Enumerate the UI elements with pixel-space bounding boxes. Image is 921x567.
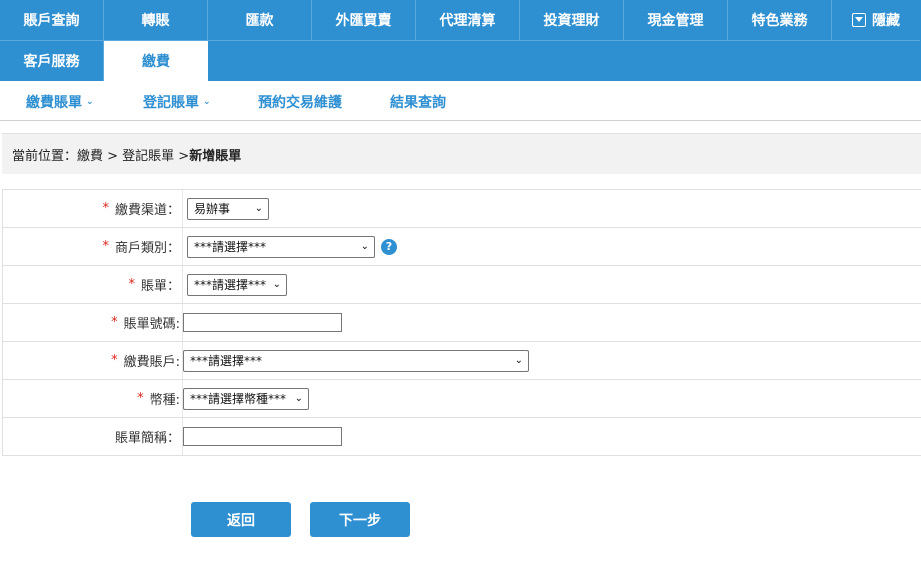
required-mark: *: [111, 353, 118, 368]
short-name-field: [183, 418, 342, 455]
chevron-down-icon: ⌄: [254, 203, 263, 214]
subnav-register-bills-label: 登記賬單: [143, 95, 199, 111]
currency-label: 幣種:: [149, 393, 180, 408]
subnav-scheduled-maintenance-label: 預約交易維護: [258, 95, 342, 111]
nav-investment[interactable]: 投資理財: [520, 0, 624, 41]
back-button[interactable]: 返回: [191, 502, 291, 537]
subnav-scheduled-maintenance[interactable]: 預約交易維護: [258, 92, 342, 112]
bill-field: ***請選擇*** ⌄: [183, 266, 287, 303]
main-nav-row-1: 賬戶查詢 轉賬 匯款 外匯買賣 代理清算 投資理財 現金管理 特色業務 隱藏: [0, 0, 921, 41]
merchant-select-value: ***請選擇***: [194, 240, 267, 254]
bill-label: 賬單：: [140, 279, 180, 294]
required-mark: *: [111, 315, 118, 330]
collapse-icon: [852, 13, 866, 27]
currency-label-cell: * 幣種:: [3, 380, 183, 417]
channel-label-cell: * 繳費渠道：: [3, 190, 183, 227]
bill-number-label: 賬單號碼:: [123, 317, 180, 332]
required-mark: *: [102, 201, 109, 216]
merchant-field: ***請選擇*** ⌄ ?: [183, 228, 397, 265]
subnav-result-inquiry[interactable]: 結果查詢: [390, 92, 446, 112]
form-row-merchant: * 商戶類別： ***請選擇*** ⌄ ?: [3, 228, 921, 266]
merchant-select[interactable]: ***請選擇*** ⌄: [187, 235, 375, 258]
currency-select-value: ***請選擇幣種***: [190, 392, 287, 406]
currency-select[interactable]: ***請選擇幣種*** ⌄: [183, 387, 309, 410]
sub-nav: 繳費賬單 ⌄ 登記賬單 ⌄ 預約交易維護 結果查詢: [0, 81, 921, 121]
form-row-short-name: 賬單簡稱：: [3, 418, 921, 456]
channel-select[interactable]: 易辦事 ⌄: [187, 197, 269, 220]
subnav-result-inquiry-label: 結果查詢: [390, 95, 446, 111]
bill-number-label-cell: * 賬單號碼:: [3, 304, 183, 341]
nav-special-services[interactable]: 特色業務: [728, 0, 832, 41]
short-name-label: 賬單簡稱：: [114, 431, 180, 446]
chevron-down-icon: ⌄: [86, 97, 94, 107]
chevron-down-icon: ⌄: [514, 355, 523, 366]
form-row-account: * 繳費賬戶: ***請選擇*** ⌄: [3, 342, 921, 380]
merchant-label-cell: * 商戶類別：: [3, 228, 183, 265]
required-mark: *: [128, 277, 135, 292]
nav-hide-toggle[interactable]: 隱藏: [832, 0, 920, 41]
main-nav-row-2: 客戶服務 繳費: [0, 41, 921, 81]
channel-field: 易辦事 ⌄: [183, 190, 269, 227]
form-row-bill-number: * 賬單號碼:: [3, 304, 921, 342]
account-label: 繳費賬戶:: [123, 355, 180, 370]
add-bill-form: * 繳費渠道： 易辦事 ⌄ * 商戶類別： ***請選擇*** ⌄ ? * 賬單…: [2, 189, 921, 456]
channel-select-value: 易辦事: [194, 202, 231, 216]
account-select[interactable]: ***請選擇*** ⌄: [183, 349, 529, 372]
channel-label: 繳費渠道：: [114, 203, 180, 218]
next-step-button[interactable]: 下一步: [310, 502, 410, 537]
breadcrumb: 當前位置：繳費 > 登記賬單 > 新增賬單: [2, 133, 921, 174]
chevron-down-icon: ⌄: [272, 279, 281, 290]
nav-hide-label: 隱藏: [872, 13, 900, 29]
nav-cash-management[interactable]: 現金管理: [624, 0, 728, 41]
subnav-payment-bills-label: 繳費賬單: [26, 95, 82, 111]
breadcrumb-path: 當前位置：繳費 > 登記賬單 >: [12, 148, 190, 164]
subnav-payment-bills[interactable]: 繳費賬單 ⌄: [26, 92, 94, 112]
merchant-label: 商戶類別：: [114, 241, 180, 256]
account-select-value: ***請選擇***: [190, 354, 263, 368]
form-row-channel: * 繳費渠道： 易辦事 ⌄: [3, 190, 921, 228]
required-mark: *: [102, 239, 109, 254]
bill-number-field: [183, 304, 342, 341]
bill-label-cell: * 賬單：: [3, 266, 183, 303]
chevron-down-icon: ⌄: [203, 97, 211, 107]
nav-remittance[interactable]: 匯款: [208, 0, 312, 41]
currency-field: ***請選擇幣種*** ⌄: [183, 380, 309, 417]
required-mark: *: [137, 391, 144, 406]
nav-agency-clearing[interactable]: 代理清算: [416, 0, 520, 41]
form-row-bill: * 賬單： ***請選擇*** ⌄: [3, 266, 921, 304]
bill-number-input[interactable]: [183, 313, 342, 332]
nav-payment[interactable]: 繳費: [104, 41, 208, 81]
nav-account-inquiry[interactable]: 賬戶查詢: [0, 0, 104, 41]
subnav-register-bills[interactable]: 登記賬單 ⌄: [143, 92, 211, 112]
form-row-currency: * 幣種: ***請選擇幣種*** ⌄: [3, 380, 921, 418]
bill-select-value: ***請選擇***: [194, 278, 267, 292]
chevron-down-icon: ⌄: [294, 393, 303, 404]
nav-customer-service[interactable]: 客戶服務: [0, 41, 104, 81]
chevron-down-icon: ⌄: [360, 241, 369, 252]
short-name-input[interactable]: [183, 427, 342, 446]
short-name-label-cell: 賬單簡稱：: [3, 418, 183, 455]
nav-transfer[interactable]: 轉賬: [104, 0, 208, 41]
help-icon[interactable]: ?: [381, 238, 397, 255]
nav-fx-trading[interactable]: 外匯買賣: [312, 0, 416, 41]
account-label-cell: * 繳費賬戶:: [3, 342, 183, 379]
bill-select[interactable]: ***請選擇*** ⌄: [187, 273, 287, 296]
account-field: ***請選擇*** ⌄: [183, 342, 529, 379]
breadcrumb-current: 新增賬單: [189, 148, 242, 164]
